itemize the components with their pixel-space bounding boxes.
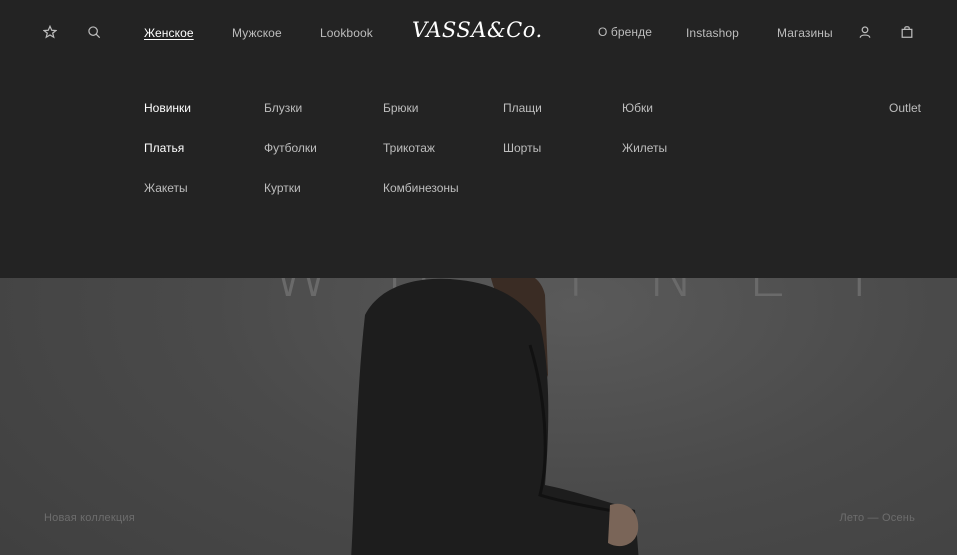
user-icon[interactable]: [857, 24, 873, 40]
nav-about-brand[interactable]: О бренде: [598, 25, 652, 39]
submenu-knitwear[interactable]: Трикотаж: [383, 141, 435, 155]
nav-stores[interactable]: Магазины: [777, 26, 833, 40]
star-icon[interactable]: [42, 24, 58, 40]
submenu-skirts[interactable]: Юбки: [622, 101, 653, 115]
search-icon[interactable]: [86, 24, 102, 40]
submenu-shorts[interactable]: Шорты: [503, 141, 541, 155]
submenu-coats[interactable]: Куртки: [264, 181, 301, 195]
bag-icon[interactable]: [899, 24, 915, 40]
model-figure-image: [351, 270, 639, 555]
submenu-jumpsuits[interactable]: Комбинезоны: [383, 181, 459, 195]
hero-caption-season: Лето — Осень: [839, 512, 915, 524]
nav-men[interactable]: Мужское: [232, 26, 282, 40]
submenu-trousers[interactable]: Брюки: [383, 101, 419, 115]
submenu-raincoats[interactable]: Плащи: [503, 101, 542, 115]
nav-instashop[interactable]: Instashop: [686, 26, 739, 40]
submenu-dresses[interactable]: Платья: [144, 141, 184, 155]
submenu-new[interactable]: Новинки: [144, 101, 191, 115]
submenu-outlet[interactable]: Outlet: [889, 101, 921, 115]
nav-women[interactable]: Женское: [144, 26, 194, 40]
submenu-blouses[interactable]: Блузки: [264, 101, 302, 115]
hero-caption-collection[interactable]: Новая коллекция: [44, 512, 135, 524]
site-header: Женское Мужское Lookbook VASSA&Co. О бре…: [0, 0, 957, 66]
submenu-jackets[interactable]: Жакеты: [144, 181, 188, 195]
brand-logo[interactable]: VASSA&Co.: [412, 18, 543, 42]
submenu-tshirts[interactable]: Футболки: [264, 141, 317, 155]
submenu-vests[interactable]: Жилеты: [622, 141, 667, 155]
nav-lookbook[interactable]: Lookbook: [320, 26, 373, 40]
mega-menu: Женское Мужское Lookbook VASSA&Co. О бре…: [0, 0, 957, 278]
